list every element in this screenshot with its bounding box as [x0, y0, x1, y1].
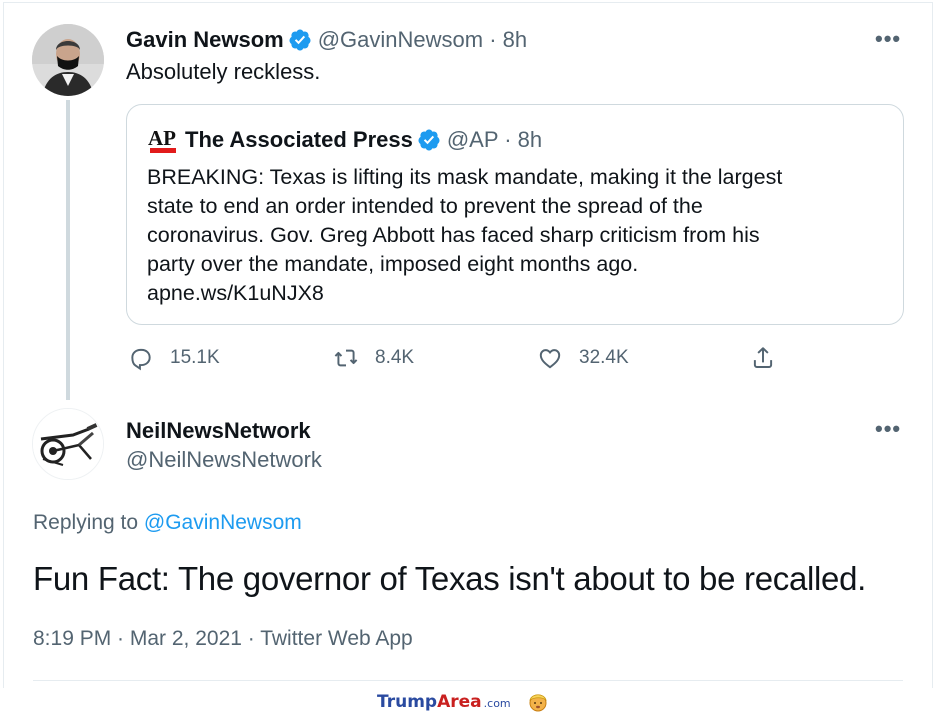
- quoted-text-line: party over the mandate, imposed eight mo…: [147, 252, 639, 276]
- tweet1-handle-time[interactable]: @GavinNewsom · 8h: [318, 27, 527, 53]
- retweet-icon: [334, 349, 358, 367]
- verified-badge-icon: [418, 129, 440, 151]
- tweet2-author-name[interactable]: NeilNewsNetwork: [126, 418, 311, 444]
- watermark-com-text: .com: [483, 697, 511, 710]
- trumparea-watermark: Trump Area .com: [377, 691, 549, 713]
- like-button[interactable]: 32.4K: [537, 345, 629, 371]
- replying-to-label: Replying to: [33, 511, 139, 534]
- tweet1-more-icon[interactable]: •••: [875, 28, 901, 50]
- share-button[interactable]: [750, 345, 792, 371]
- quoted-tweet-text: BREAKING: Texas is lifting its mask mand…: [147, 163, 887, 308]
- watermark-area-text: Area: [437, 692, 482, 712]
- tweet1-header: Gavin Newsom @GavinNewsom · 8h: [126, 27, 527, 53]
- replying-to-line: Replying to @GavinNewsom: [33, 511, 302, 535]
- quoted-tweet-card[interactable]: AP The Associated Press @AP · 8h BREAKIN…: [126, 104, 904, 325]
- reply-count: 15.1K: [170, 347, 220, 368]
- trump-face-icon: [528, 694, 547, 712]
- tweet2-timestamp-source[interactable]: 8:19 PM · Mar 2, 2021 · Twitter Web App: [33, 627, 413, 651]
- heart-icon: [539, 349, 561, 369]
- share-icon: [753, 347, 773, 368]
- quoted-handle-time[interactable]: @AP · 8h: [447, 127, 542, 153]
- watermark-trump-text: Trump: [377, 692, 438, 712]
- quoted-text-line: state to end an order intended to preven…: [147, 194, 703, 218]
- retweet-button[interactable]: 8.4K: [333, 345, 414, 371]
- tweet1-text: Absolutely reckless.: [126, 59, 321, 84]
- quoted-text-line: coronavirus. Gov. Greg Abbott has faced …: [147, 223, 760, 247]
- replying-to-mention-link[interactable]: @GavinNewsom: [144, 511, 302, 534]
- divider: [33, 680, 903, 681]
- quoted-tweet-link[interactable]: apne.ws/K1uNJX8: [147, 279, 887, 308]
- tweet2-author-handle[interactable]: @NeilNewsNetwork: [126, 447, 322, 473]
- tweet2-more-icon[interactable]: •••: [875, 418, 901, 440]
- retweet-count: 8.4K: [375, 347, 415, 368]
- quoted-author-name[interactable]: The Associated Press: [185, 127, 413, 153]
- svg-text:AP: AP: [148, 126, 176, 150]
- reply-icon: [131, 348, 151, 371]
- thread-connector-line: [66, 100, 70, 400]
- like-count: 32.4K: [579, 347, 629, 368]
- neilnewsnetwork-avatar[interactable]: [32, 408, 104, 480]
- tweet2-text: Fun Fact: The governor of Texas isn't ab…: [33, 560, 867, 597]
- quoted-text-line: BREAKING: Texas is lifting its mask mand…: [147, 165, 783, 189]
- gavin-newsom-avatar[interactable]: [32, 24, 104, 96]
- quoted-tweet-header: AP The Associated Press @AP · 8h: [147, 125, 542, 155]
- reply-button[interactable]: 15.1K: [128, 345, 220, 371]
- tweet1-author-name[interactable]: Gavin Newsom: [126, 27, 284, 53]
- verified-badge-icon: [289, 29, 311, 51]
- ap-logo-icon: AP: [147, 125, 179, 155]
